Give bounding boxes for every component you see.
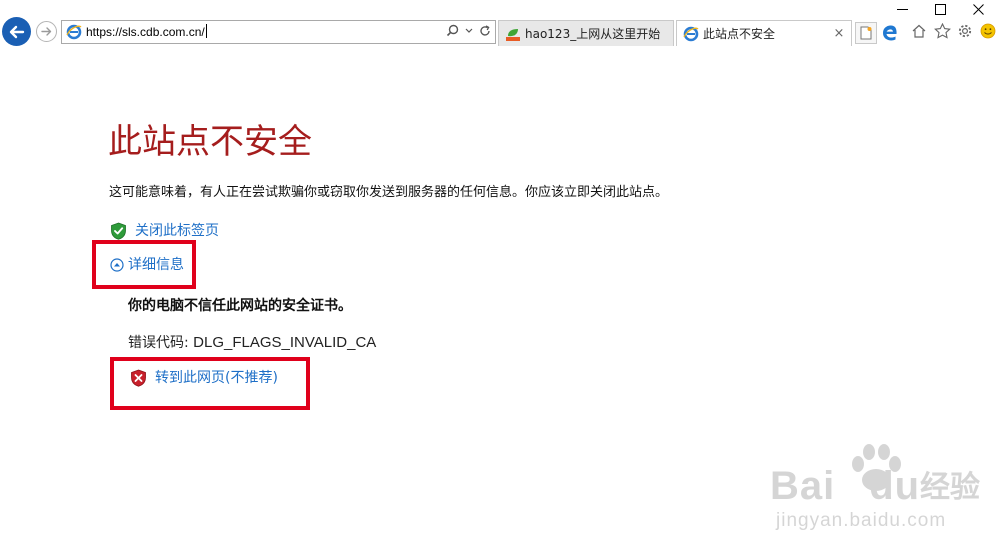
home-icon[interactable]	[910, 22, 928, 40]
close-tab-link[interactable]: 关闭此标签页	[109, 221, 219, 241]
error-code-label: 错误代码:	[128, 335, 194, 351]
toolbar-icons	[910, 22, 997, 40]
smiley-icon[interactable]	[979, 22, 997, 40]
watermark-brand: Bai du	[770, 464, 921, 508]
address-bar[interactable]: https://sls.cdb.com.cn/	[61, 20, 496, 44]
new-tab-icon	[860, 26, 872, 40]
hao123-icon	[506, 28, 520, 41]
page-title: 此站点不安全	[108, 122, 312, 162]
star-icon[interactable]	[933, 22, 951, 40]
error-code: 错误代码: DLG_FLAGS_INVALID_CA	[128, 333, 376, 353]
refresh-icon[interactable]	[479, 24, 491, 37]
tab-label: hao123_上网从这里开始	[525, 27, 661, 41]
forward-button[interactable]	[36, 21, 57, 42]
watermark-brand-cn: 经验	[920, 470, 980, 505]
ie-page-icon	[683, 26, 699, 41]
close-tab-label: 关闭此标签页	[135, 223, 219, 239]
close-icon	[972, 3, 984, 15]
window-close-button[interactable]	[968, 2, 988, 16]
back-button[interactable]	[2, 17, 31, 46]
highlight-box-details	[92, 240, 196, 289]
close-icon[interactable]: ×	[833, 26, 845, 41]
certificate-warning-heading: 你的电脑不信任此网站的安全证书。	[128, 298, 352, 314]
error-code-value: DLG_FLAGS_INVALID_CA	[193, 334, 377, 351]
browser-toolbar: https://sls.cdb.com.cn/ hao123_上网从这里开始 此…	[0, 0, 1000, 62]
tab-label: 此站点不安全	[703, 27, 776, 41]
maximize-icon	[934, 3, 946, 15]
ie-page-icon	[66, 24, 82, 40]
gear-icon[interactable]	[956, 22, 974, 40]
open-edge-button[interactable]	[879, 22, 901, 44]
arrow-left-icon	[9, 25, 24, 38]
new-tab-button[interactable]	[855, 22, 877, 44]
maximize-button[interactable]	[930, 2, 950, 16]
arrow-right-icon	[41, 27, 52, 36]
green-shield-check-icon	[109, 222, 127, 240]
minimize-icon	[896, 8, 908, 10]
browser-window: https://sls.cdb.com.cn/ hao123_上网从这里开始 此…	[0, 0, 1000, 551]
highlight-box-proceed	[110, 357, 310, 410]
baidu-jingyan-watermark: Bai du 经验 jingyan.baidu.com	[762, 440, 992, 540]
edge-icon	[883, 25, 897, 41]
tab-unsafe-site[interactable]: 此站点不安全 ×	[676, 20, 852, 46]
warning-description: 这可能意味着，有人正在尝试欺骗你或窃取你发送到服务器的任何信息。你应该立即关闭此…	[109, 185, 669, 200]
chevron-down-icon[interactable]	[465, 28, 473, 34]
url-text: https://sls.cdb.com.cn/	[86, 24, 207, 39]
tab-hao123[interactable]: hao123_上网从这里开始	[498, 20, 674, 46]
minimize-button[interactable]	[892, 2, 912, 16]
search-icon[interactable]	[446, 24, 459, 37]
watermark-url: jingyan.baidu.com	[776, 510, 947, 531]
